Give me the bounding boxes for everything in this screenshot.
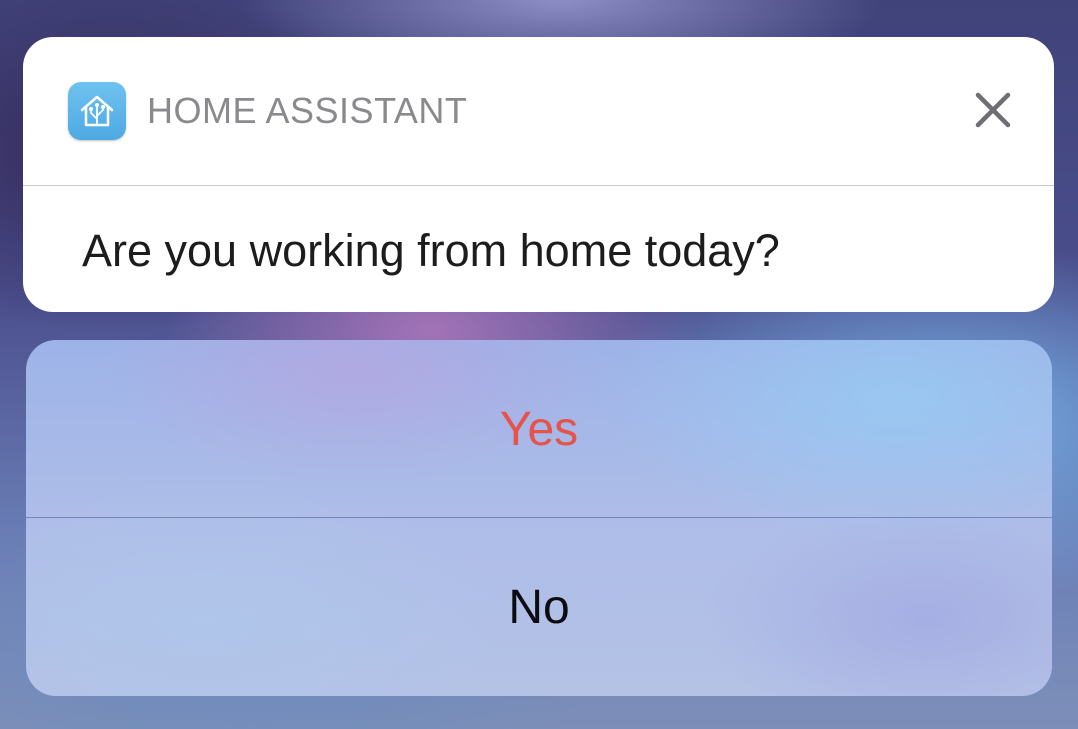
app-name: HOME ASSISTANT: [147, 90, 468, 131]
notification-message: Are you working from home today?: [82, 225, 780, 276]
notification-actions: Yes No: [26, 340, 1052, 696]
house-circuit-icon: [80, 95, 114, 127]
yes-button[interactable]: Yes: [26, 340, 1052, 518]
close-button[interactable]: [972, 89, 1014, 131]
notification-card[interactable]: HOME ASSISTANT Are you working from home…: [23, 37, 1054, 312]
home-assistant-icon: [68, 82, 126, 140]
close-icon: [975, 92, 1011, 128]
notification-header: HOME ASSISTANT: [23, 37, 1054, 186]
no-button[interactable]: No: [26, 518, 1052, 696]
